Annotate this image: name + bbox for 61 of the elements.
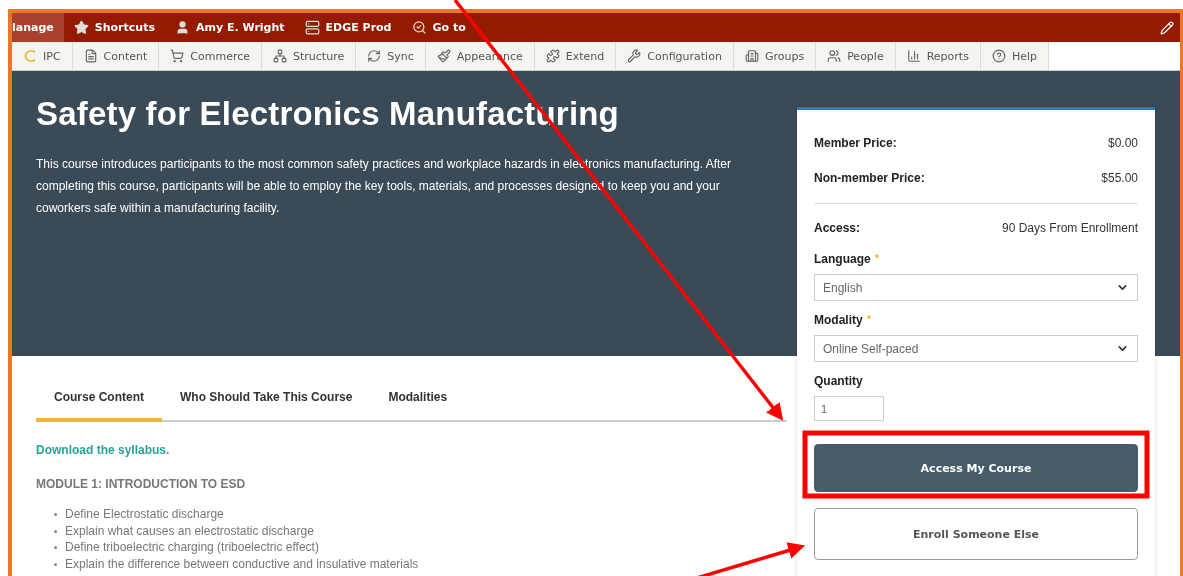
access-label: Access: (814, 221, 861, 235)
bullet-dot (54, 546, 57, 550)
module-heading: MODULE 1: INTRODUCTION TO ESD (36, 477, 247, 491)
access-button[interactable]: Access My Course (814, 444, 1138, 492)
list-item: Explain the difference between conductive and insulative materials (65, 557, 419, 571)
menu-item[interactable]: Configuration (616, 42, 734, 70)
wrench-icon (627, 49, 642, 63)
required-mark: * (874, 252, 879, 266)
server-icon (304, 20, 320, 35)
quantity-field[interactable]: 1 (814, 396, 884, 421)
brush-icon (436, 49, 451, 63)
field-label: Modality (814, 313, 863, 327)
menu-item[interactable]: Commerce (159, 42, 263, 70)
price-value: $0.00 (1107, 135, 1138, 150)
cart-icon (170, 49, 185, 63)
list-item: Define Electrostatic discharge (65, 508, 224, 522)
bullet-dot (54, 529, 57, 533)
list-item: Explain what causes an electrostatic discharge (65, 524, 314, 538)
menu-item[interactable]: People (816, 42, 896, 70)
menu-item[interactable]: Content (72, 42, 160, 70)
menu-item[interactable]: Extend (534, 42, 617, 70)
building-icon (744, 49, 759, 63)
menu-item[interactable]: Help (980, 42, 1049, 70)
help-icon (991, 49, 1006, 63)
sync-icon (367, 49, 382, 63)
price-value: $55.00 (1101, 170, 1138, 185)
required-mark: * (866, 313, 871, 327)
tab[interactable]: Who Should Take This Course (162, 386, 371, 422)
document-icon (83, 49, 98, 63)
toolbar-item[interactable]: lanage (12, 13, 64, 42)
star-icon (73, 20, 89, 35)
pencil-icon[interactable] (1160, 20, 1174, 35)
user-icon (174, 20, 190, 35)
menu-item[interactable]: Sync (356, 42, 426, 70)
enroll-button[interactable]: Enroll Someone Else (814, 508, 1138, 560)
logo-icon (23, 50, 37, 62)
access-value: 90 Days From Enrollment (1001, 221, 1138, 235)
toolbar-item[interactable]: EDGE Prod (294, 13, 402, 42)
bullet-dot (54, 562, 57, 566)
toolbar-item[interactable]: Go to (401, 13, 476, 42)
puzzle-icon (545, 49, 560, 63)
field-label: Language (814, 252, 871, 266)
menu-item[interactable]: Groups (733, 42, 817, 70)
menu-item[interactable]: IPC (12, 42, 73, 70)
bullet-dot (54, 513, 57, 517)
toolbar-item[interactable]: Amy E. Wright (164, 13, 295, 42)
toolbar-item[interactable]: Shortcuts (63, 13, 165, 42)
menu-item[interactable]: Reports (895, 42, 981, 70)
bar-chart-icon (906, 49, 921, 63)
select-field[interactable]: Online Self-paced (814, 335, 1138, 362)
price-label: Non-member Price: (814, 170, 925, 185)
tab[interactable]: Modalities (370, 386, 466, 422)
price-label: Member Price: (814, 135, 897, 150)
menu-item[interactable]: Structure (262, 42, 357, 70)
tab[interactable]: Course Content (36, 386, 162, 422)
select-field[interactable]: English (814, 274, 1138, 301)
people-icon (827, 49, 842, 63)
sitemap-icon (273, 49, 288, 63)
field-label: Quantity (814, 374, 863, 388)
list-item: Define triboelectric charging (triboelectric effect) (65, 541, 319, 555)
search-icon (411, 20, 427, 35)
